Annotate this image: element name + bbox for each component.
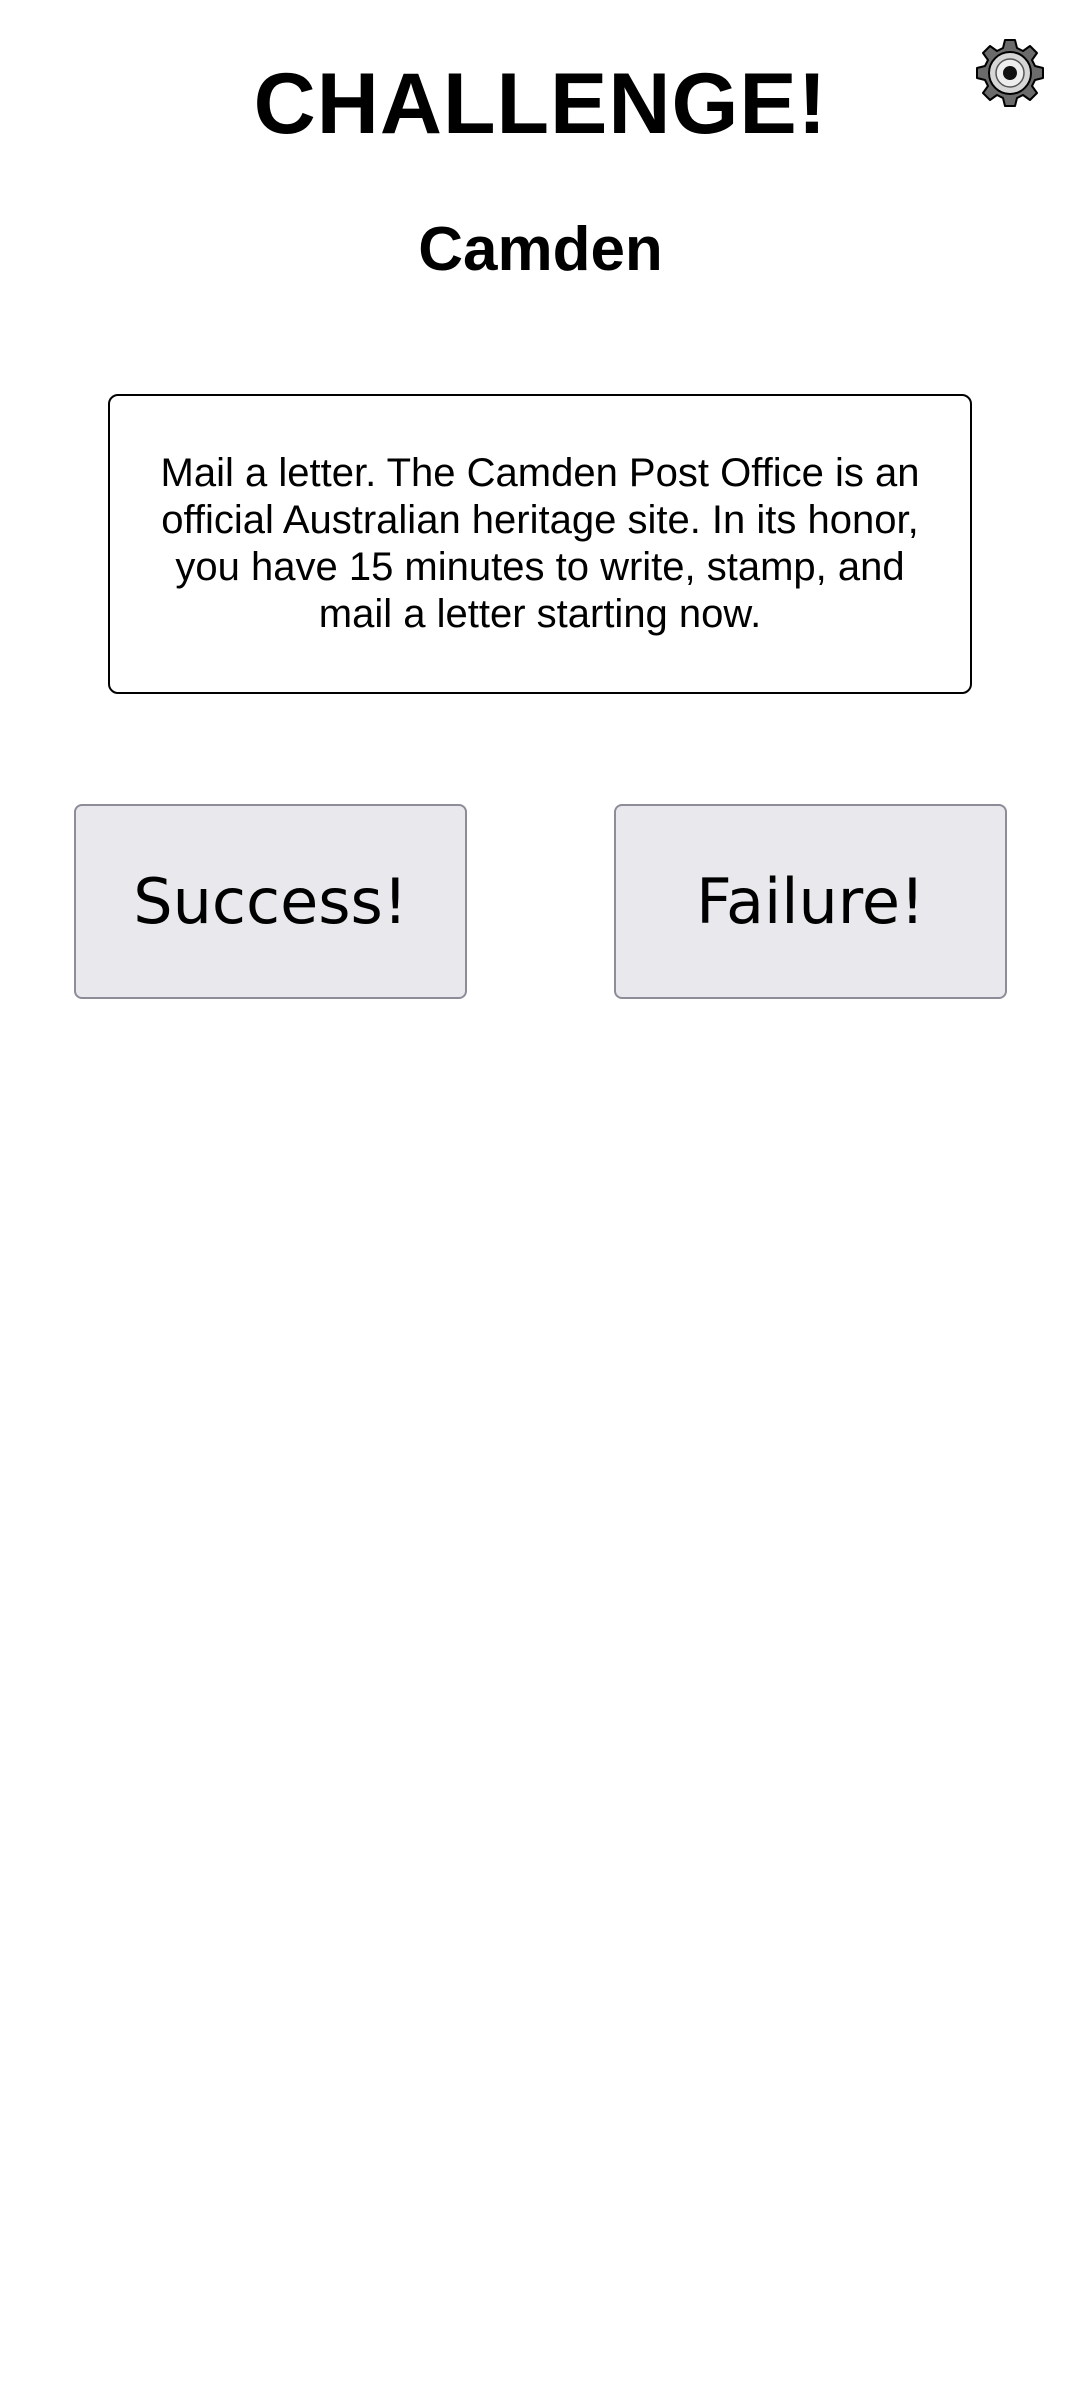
page-title: CHALLENGE! [253, 56, 828, 152]
success-button[interactable]: Success! [74, 804, 467, 999]
failure-button[interactable]: Failure! [614, 804, 1007, 999]
gear-icon [976, 39, 1044, 107]
challenge-description: Mail a letter. The Camden Post Office is… [160, 451, 920, 636]
challenge-card: Mail a letter. The Camden Post Office is… [108, 394, 972, 694]
location-name: Camden [418, 215, 663, 284]
settings-button[interactable] [975, 38, 1045, 108]
